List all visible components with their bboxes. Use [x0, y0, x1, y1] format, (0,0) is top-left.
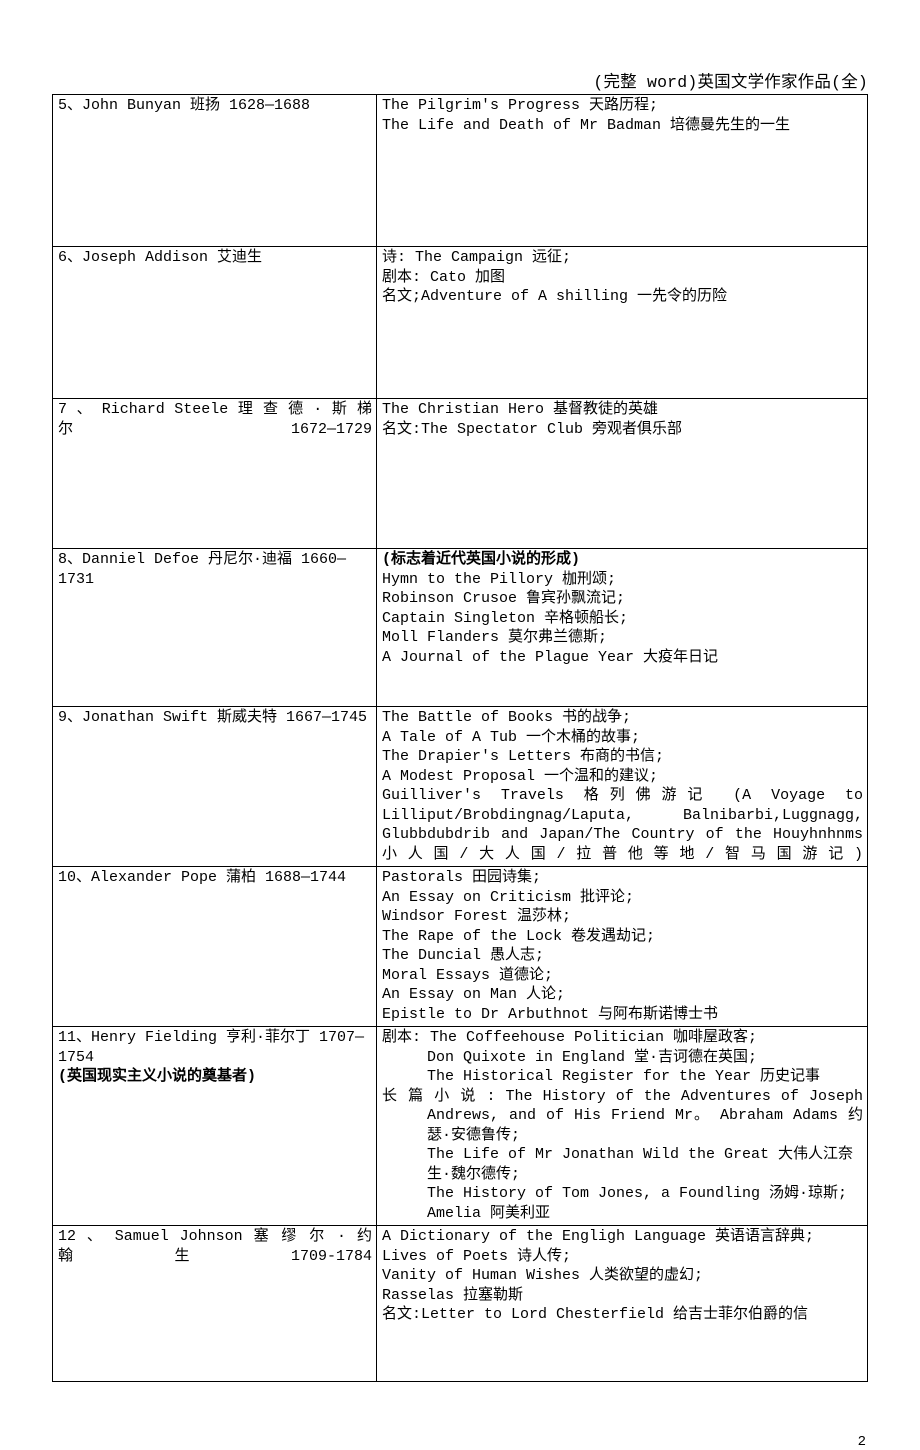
text-line: 8、Danniel Defoe 丹尼尔·迪福 1660—1731	[58, 550, 372, 589]
text-line: 9、Jonathan Swift 斯威夫特 1667—1745	[58, 708, 372, 728]
text-line: Hymn to the Pillory 枷刑颂;	[382, 570, 863, 590]
works-cell: 剧本: The Coffeehouse Politician 咖啡屋政客;Don…	[376, 1027, 867, 1226]
text-line: A Journal of the Plague Year 大疫年日记	[382, 648, 863, 668]
text-line: The Christian Hero 基督教徒的英雄	[382, 400, 863, 420]
text-line: Don Quixote in England 堂·吉诃德在英国;	[382, 1048, 863, 1068]
text-line: 长 篇 小 说 : The History of the Adventures …	[382, 1087, 863, 1146]
text-line: 5、John Bunyan 班扬 1628—1688	[58, 96, 372, 116]
text-line: An Essay on Man 人论;	[382, 985, 863, 1005]
text-line: The Life and Death of Mr Badman 培德曼先生的一生	[382, 116, 863, 136]
text-line: (标志着近代英国小说的形成)	[382, 550, 863, 570]
works-cell: The Battle of Books 书的战争;A Tale of A Tub…	[376, 707, 867, 867]
works-cell: 诗: The Campaign 远征;剧本: Cato 加图名文;Adventu…	[376, 247, 867, 399]
text-line: The Drapier's Letters 布商的书信;	[382, 747, 863, 767]
works-cell: The Pilgrim's Progress 天路历程;The Life and…	[376, 95, 867, 247]
text-line: 名文:Letter to Lord Chesterfield 给吉士菲尔伯爵的信	[382, 1305, 863, 1325]
text-line: A Tale of A Tub 一个木桶的故事;	[382, 728, 863, 748]
text-line: 6、Joseph Addison 艾迪生	[58, 248, 372, 268]
works-cell: The Christian Hero 基督教徒的英雄名文:The Spectat…	[376, 399, 867, 549]
works-cell: Pastorals 田园诗集;An Essay on Criticism 批评论…	[376, 867, 867, 1027]
text-line: The Pilgrim's Progress 天路历程;	[382, 96, 863, 116]
text-line: 10、Alexander Pope 蒲柏 1688—1744	[58, 868, 372, 888]
text-line: Vanity of Human Wishes 人类欲望的虚幻;	[382, 1266, 863, 1286]
text-line: Lives of Poets 诗人传;	[382, 1247, 863, 1267]
table-row: 9、Jonathan Swift 斯威夫特 1667—1745The Battl…	[53, 707, 868, 867]
text-line: A Dictionary of the Engligh Language 英语语…	[382, 1227, 863, 1247]
author-cell: 8、Danniel Defoe 丹尼尔·迪福 1660—1731	[53, 549, 377, 707]
text-line: 名文:The Spectator Club 旁观者俱乐部	[382, 420, 863, 440]
page-header: (完整 word)英国文学作家作品(全)	[52, 68, 868, 92]
author-cell: 10、Alexander Pope 蒲柏 1688—1744	[53, 867, 377, 1027]
table-row: 5、John Bunyan 班扬 1628—1688The Pilgrim's …	[53, 95, 868, 247]
text-line: 11、Henry Fielding 亨利·菲尔丁 1707—1754	[58, 1028, 372, 1067]
text-line: Moral Essays 道德论;	[382, 966, 863, 986]
authors-table: 5、John Bunyan 班扬 1628—1688The Pilgrim's …	[52, 94, 868, 1382]
table-row: 6、Joseph Addison 艾迪生诗: The Campaign 远征;剧…	[53, 247, 868, 399]
text-line: The Battle of Books 书的战争;	[382, 708, 863, 728]
document-page: (完整 word)英国文学作家作品(全) 5、John Bunyan 班扬 16…	[0, 0, 920, 1450]
text-line: 诗: The Campaign 远征;	[382, 248, 863, 268]
text-line: Pastorals 田园诗集;	[382, 868, 863, 888]
text-line: 名文;Adventure of A shilling 一先令的历险	[382, 287, 863, 307]
text-line: 剧本: Cato 加图	[382, 268, 863, 288]
page-number: 2	[52, 1434, 868, 1450]
table-row: 12 、 Samuel Johnson 塞 缪 尔 · 约 翰 生 1709-1…	[53, 1226, 868, 1382]
text-line: Windsor Forest 温莎林;	[382, 907, 863, 927]
text-line: Rasselas 拉塞勒斯	[382, 1286, 863, 1306]
author-cell: 9、Jonathan Swift 斯威夫特 1667—1745	[53, 707, 377, 867]
text-line: Amelia 阿美利亚	[382, 1204, 863, 1224]
text-line: Guilliver's Travels 格列佛游记 (A Voyage to L…	[382, 786, 863, 864]
text-line: Moll Flanders 莫尔弗兰德斯;	[382, 628, 863, 648]
table-row: 7 、 Richard Steele 理 查 德 · 斯 梯 尔 1672—17…	[53, 399, 868, 549]
text-line: 剧本: The Coffeehouse Politician 咖啡屋政客;	[382, 1028, 863, 1048]
author-cell: 7 、 Richard Steele 理 查 德 · 斯 梯 尔 1672—17…	[53, 399, 377, 549]
author-cell: 6、Joseph Addison 艾迪生	[53, 247, 377, 399]
text-line: Epistle to Dr Arbuthnot 与阿布斯诺博士书	[382, 1005, 863, 1025]
text-line: Robinson Crusoe 鲁宾孙飘流记;	[382, 589, 863, 609]
works-cell: (标志着近代英国小说的形成)Hymn to the Pillory 枷刑颂;Ro…	[376, 549, 867, 707]
text-line: The Life of Mr Jonathan Wild the Great 大…	[382, 1145, 863, 1184]
table-row: 11、Henry Fielding 亨利·菲尔丁 1707—1754 (英国现实…	[53, 1027, 868, 1226]
text-line: Captain Singleton 辛格顿船长;	[382, 609, 863, 629]
text-line: The Duncial 愚人志;	[382, 946, 863, 966]
text-line: A Modest Proposal 一个温和的建议;	[382, 767, 863, 787]
works-cell: A Dictionary of the Engligh Language 英语语…	[376, 1226, 867, 1382]
author-cell: 11、Henry Fielding 亨利·菲尔丁 1707—1754 (英国现实…	[53, 1027, 377, 1226]
text-line: 7 、 Richard Steele 理 查 德 · 斯 梯 尔 1672—17…	[58, 400, 372, 439]
author-cell: 5、John Bunyan 班扬 1628—1688	[53, 95, 377, 247]
text-line: The History of Tom Jones, a Foundling 汤姆…	[382, 1184, 863, 1204]
text-line: The Rape of the Lock 卷发遇劫记;	[382, 927, 863, 947]
text-line: 12 、 Samuel Johnson 塞 缪 尔 · 约 翰 生 1709-1…	[58, 1227, 372, 1266]
text-line: An Essay on Criticism 批评论;	[382, 888, 863, 908]
text-line: (英国现实主义小说的奠基者)	[58, 1067, 372, 1087]
table-row: 8、Danniel Defoe 丹尼尔·迪福 1660—1731 (标志着近代英…	[53, 549, 868, 707]
author-cell: 12 、 Samuel Johnson 塞 缪 尔 · 约 翰 生 1709-1…	[53, 1226, 377, 1382]
text-line: The Historical Register for the Year 历史记…	[382, 1067, 863, 1087]
table-row: 10、Alexander Pope 蒲柏 1688—1744Pastorals …	[53, 867, 868, 1027]
